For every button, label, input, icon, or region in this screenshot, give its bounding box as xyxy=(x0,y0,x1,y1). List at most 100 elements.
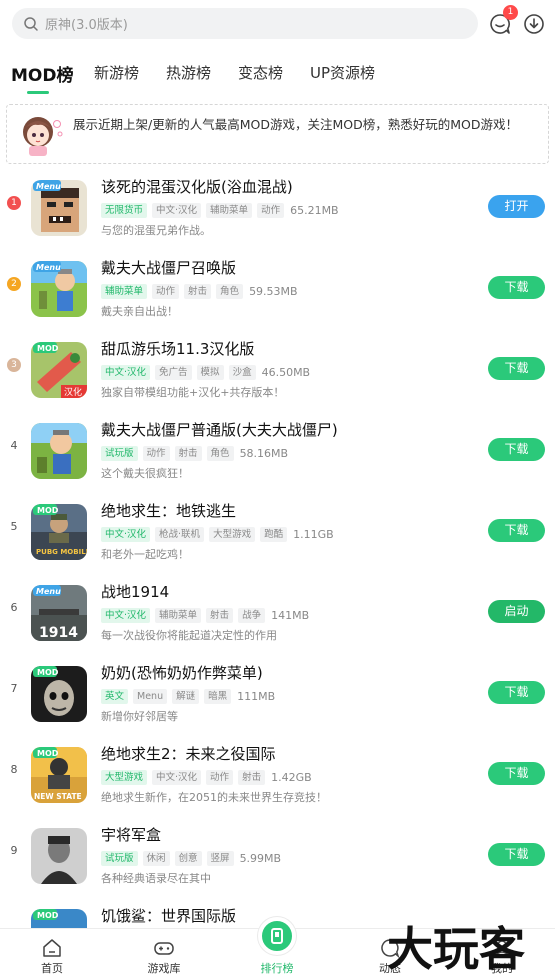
app-icon[interactable] xyxy=(31,828,87,884)
download-button[interactable]: 下载 xyxy=(488,438,545,461)
tag: 辅助菜单 xyxy=(206,202,253,218)
watermark-logo: 大玩客 xyxy=(387,922,525,975)
app-description: 独家自带模组功能+汉化+共存版本！ xyxy=(101,386,285,399)
watermark-text: 大玩客 xyxy=(387,922,525,975)
mascot-girl-icon xyxy=(23,117,63,156)
rank-number: 4 xyxy=(10,439,18,452)
mod-label-icon: MOD xyxy=(37,506,59,515)
tag: 战争 xyxy=(238,607,266,623)
tab-new-games[interactable]: 新游榜 xyxy=(94,62,139,83)
tab-bt[interactable]: 变态榜 xyxy=(238,62,283,83)
app-title[interactable]: 戴夫大战僵尸普通版(大夫大战僵尸) xyxy=(101,419,338,440)
file-size: 59.53MB xyxy=(249,284,298,298)
rank-number: 9 xyxy=(10,844,18,857)
app-title[interactable]: 甜瓜游乐场11.3汉化版 xyxy=(101,338,254,359)
banner-text: 展示近期上架/更新的人气最高MOD游戏，关注MOD榜，熟悉好玩的MOD游戏！ xyxy=(73,117,518,132)
tag: 英文 xyxy=(101,688,129,704)
app-icon[interactable]: MOD xyxy=(31,666,87,722)
tag-row: 中文·汉化 辅助菜单 射击 战争 141MB xyxy=(101,607,309,623)
menu-label-icon: Menu xyxy=(36,182,61,191)
tab-up-resources[interactable]: UP资源榜 xyxy=(310,62,375,83)
file-size: 111MB xyxy=(237,689,276,703)
download-button[interactable]: 下载 xyxy=(488,357,545,380)
app-icon[interactable]: Menu xyxy=(31,261,87,317)
tag: 中文·汉化 xyxy=(152,202,202,218)
file-size: 5.99MB xyxy=(239,851,282,865)
tag: 枪战·联机 xyxy=(155,526,205,542)
download-button[interactable]: 下载 xyxy=(488,519,545,542)
tag: 动作 xyxy=(257,202,285,218)
rank-number: 8 xyxy=(10,763,18,776)
app-title[interactable]: 该死的混蛋汉化版(浴血混战) xyxy=(101,176,293,197)
app-title[interactable]: 饥饿鲨：世界国际版 xyxy=(101,905,236,926)
list-item[interactable]: 9 宇将军盒 试玩版 休闲 创意 竖屏 5.99MB 各种经典语录尽在其中 下载 xyxy=(0,814,555,895)
app-icon[interactable]: 1914 Menu xyxy=(31,585,87,641)
list-item[interactable]: 3 MOD 汉化 甜瓜游乐场11.3汉化版 中文·汉化 免广告 模拟 沙盒 46… xyxy=(0,328,555,409)
tag: 创意 xyxy=(174,850,202,866)
mod-label-icon: MOD xyxy=(37,668,59,677)
tag: 中文·汉化 xyxy=(101,364,151,380)
app-title[interactable]: 战地1914 xyxy=(101,581,169,602)
file-size: 65.21MB xyxy=(290,203,339,217)
mod-label-icon: MOD xyxy=(37,911,59,920)
app-title[interactable]: 宇将军盒 xyxy=(101,824,161,845)
app-description: 绝地求生新作，在2051的未来世界生存竞技！ xyxy=(101,791,327,804)
app-title[interactable]: 绝地求生2：未来之役国际 xyxy=(101,743,276,764)
ranking-tabs: MOD榜 新游榜 热游榜 变态榜 UP资源榜 xyxy=(0,55,555,95)
rank-badge: 1 xyxy=(7,196,21,210)
app-icon[interactable]: NEW STATE MOD xyxy=(31,747,87,803)
search-bar[interactable]: 原神(3.0版本) xyxy=(12,8,478,39)
tag: 辅助菜单 xyxy=(155,607,202,623)
app-description: 与您的混蛋兄弟作战。 xyxy=(101,224,211,237)
list-item[interactable]: 5 PUBG MOBILE MOD 绝地求生：地铁逃生 中文·汉化 枪战·联机 … xyxy=(0,490,555,571)
list-item[interactable]: 4 戴夫大战僵尸普通版(大夫大战僵尸) 试玩版 动作 射击 角色 58.16MB… xyxy=(0,409,555,490)
tag-row: 试玩版 休闲 创意 竖屏 5.99MB xyxy=(101,850,281,866)
nav-game-library[interactable]: 游戏库 xyxy=(129,929,199,975)
list-item[interactable]: 1 Menu 该死的混蛋汉化版(浴血混战) 无限货币 中文·汉化 辅助菜单 动作… xyxy=(0,166,555,247)
tag: 射击 xyxy=(238,769,266,785)
list-item[interactable]: 7 MOD 奶奶(恐怖奶奶作弊菜单) 英文 Menu 解谜 暗黑 111MB 新… xyxy=(0,652,555,733)
download-button[interactable]: 下载 xyxy=(488,276,545,299)
tab-hot-games[interactable]: 热游榜 xyxy=(166,62,211,83)
launch-button[interactable]: 启动 xyxy=(488,600,545,623)
message-badge: 1 xyxy=(503,5,518,20)
app-icon[interactable] xyxy=(31,423,87,479)
search-input[interactable]: 原神(3.0版本) xyxy=(45,14,128,33)
app-title[interactable]: 绝地求生：地铁逃生 xyxy=(101,500,236,521)
tag: 免广告 xyxy=(155,364,192,380)
top-bar: 原神(3.0版本) 1 xyxy=(0,0,555,50)
icon-caption: NEW STATE xyxy=(34,792,82,801)
download-button[interactable]: 下载 xyxy=(488,681,545,704)
app-description: 和老外一起吃鸡！ xyxy=(101,548,189,561)
list-item[interactable]: 6 1914 Menu 战地1914 中文·汉化 辅助菜单 射击 战争 141M… xyxy=(0,571,555,652)
download-button[interactable]: 下载 xyxy=(488,843,545,866)
list-item[interactable]: 2 Menu 戴夫大战僵尸召唤版 辅助菜单 动作 射击 角色 59.53MB 戴… xyxy=(0,247,555,328)
tag: 无限货币 xyxy=(101,202,148,218)
app-title[interactable]: 奶奶(恐怖奶奶作弊菜单) xyxy=(101,662,263,683)
tag: 动作 xyxy=(206,769,234,785)
tag: 休闲 xyxy=(142,850,170,866)
tag: 大型游戏 xyxy=(101,769,148,785)
app-description: 新增你好邻居等 xyxy=(101,710,178,723)
tab-mod[interactable]: MOD榜 xyxy=(11,61,73,86)
open-button[interactable]: 打开 xyxy=(488,195,545,218)
nav-ranking[interactable]: 排行榜 xyxy=(242,929,312,975)
mod-ranking-banner: 展示近期上架/更新的人气最高MOD游戏，关注MOD榜，熟悉好玩的MOD游戏！ xyxy=(6,104,549,164)
nav-home[interactable]: 首页 xyxy=(17,929,87,975)
icon-caption: PUBG MOBILE xyxy=(36,548,87,556)
download-icon[interactable] xyxy=(522,12,546,36)
rank-number: 6 xyxy=(10,601,18,614)
list-item[interactable]: 8 NEW STATE MOD 绝地求生2：未来之役国际 大型游戏 中文·汉化 … xyxy=(0,733,555,814)
app-icon[interactable]: MOD 汉化 xyxy=(31,342,87,398)
app-icon[interactable]: PUBG MOBILE MOD xyxy=(31,504,87,560)
download-button[interactable]: 下载 xyxy=(488,762,545,785)
file-size: 58.16MB xyxy=(239,446,289,460)
rank-badge: 2 xyxy=(7,277,21,291)
tag: 跑酷 xyxy=(260,526,288,542)
app-icon[interactable]: Menu xyxy=(31,180,87,236)
app-title[interactable]: 戴夫大战僵尸召唤版 xyxy=(101,257,236,278)
rank-number: 5 xyxy=(10,520,18,533)
tag: 解谜 xyxy=(172,688,200,704)
file-size: 46.50MB xyxy=(261,365,311,379)
tag: 沙盒 xyxy=(228,364,256,380)
